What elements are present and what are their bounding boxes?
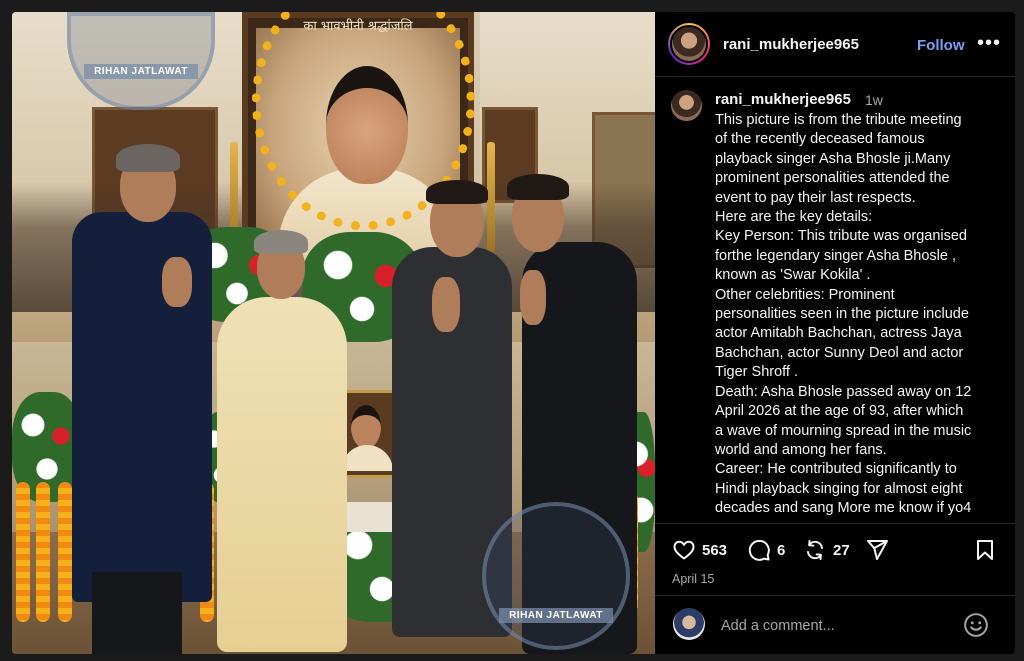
comment-count[interactable]: 6	[777, 542, 785, 559]
bookmark-icon[interactable]	[973, 538, 997, 562]
person-legs	[92, 572, 182, 654]
caption-line: Here are the key details:	[715, 209, 873, 226]
caption-line: world and among her fans.	[715, 441, 887, 458]
caption-line: Other celebrities: Prominent	[715, 286, 895, 303]
caption-line: Tiger Shroff .	[715, 364, 799, 381]
folded-hands	[162, 257, 192, 307]
marigold-string	[58, 482, 72, 622]
post-header: rani_mukherjee965 Follow •••	[655, 12, 1015, 77]
watermark-text: RIHAN JATLAWAT	[499, 608, 613, 623]
post-actions: 563 6 27 April 15	[655, 523, 1015, 596]
caption-line: Key Person: This tribute was organised	[715, 228, 968, 245]
caption-line: of the recently deceased famous	[715, 131, 925, 148]
caption-line: Death: Asha Bhosle passed away on 12	[715, 383, 972, 400]
avatar[interactable]	[670, 25, 708, 63]
repost-button[interactable]: 27	[803, 538, 850, 562]
caption-line: known as 'Swar Kokila' .	[715, 267, 871, 284]
save-button[interactable]	[973, 538, 997, 562]
watermark-logo: RIHAN JATLAWAT	[482, 502, 630, 650]
person-hair	[507, 174, 569, 200]
caption-section: rani_mukherjee965 1w This picture is fro…	[655, 77, 1015, 523]
person-hair	[116, 144, 180, 172]
altar-photo-saree	[341, 445, 393, 471]
repost-icon[interactable]	[803, 538, 827, 562]
caption-line: forthe legendary singer Asha Bhosle ,	[715, 247, 957, 264]
caption-line: personalities seen in the picture includ…	[715, 306, 969, 323]
avatar-story-ring[interactable]	[668, 23, 710, 65]
caption-avatar[interactable]	[671, 90, 702, 121]
comment-button[interactable]: 6	[747, 538, 785, 562]
post-caption: This picture is from the tribute meeting…	[715, 111, 1007, 519]
caption-line: Bachchan, actor Sunny Deol and actor	[715, 344, 964, 361]
more-options-icon[interactable]: •••	[977, 32, 1001, 55]
caption-line: prominent personalities attended the	[715, 170, 950, 187]
heart-icon[interactable]	[672, 538, 696, 562]
post-date[interactable]: April 15	[672, 572, 714, 586]
caption-line: playback singer Asha Bhosle ji.Many	[715, 150, 951, 167]
caption-line: Career: He contributed significantly to	[715, 461, 957, 478]
folded-hands	[432, 277, 460, 332]
brass-lamp	[487, 142, 495, 252]
like-count[interactable]: 563	[702, 542, 727, 559]
viewer-avatar[interactable]	[673, 608, 705, 640]
caption-line: a wave of mourning spread in the music	[715, 422, 972, 439]
comment-bar	[655, 595, 1015, 654]
caption-line: decades and sang More me know if yo4	[715, 500, 972, 517]
caption-line: event to pay their last respects.	[715, 189, 916, 206]
post-time-ago[interactable]: 1w	[865, 92, 883, 108]
post-modal: का भावभीनी श्रद्धांजलि RIHAN JATLAWAT RI…	[12, 12, 1015, 654]
person-hair	[426, 180, 488, 204]
caption-username[interactable]: rani_mukherjee965	[715, 91, 851, 108]
post-photo: का भावभीनी श्रद्धांजलि RIHAN JATLAWAT RI…	[12, 12, 655, 654]
altar-photo-face	[351, 405, 381, 449]
like-button[interactable]: 563	[672, 538, 727, 562]
caption-line: April 2026 at the age of 93, after which	[715, 403, 964, 420]
emoji-icon[interactable]	[963, 612, 989, 638]
send-icon[interactable]	[865, 538, 889, 562]
repost-count[interactable]: 27	[833, 542, 850, 559]
marigold-string	[36, 482, 50, 622]
caption-line: actor Amitabh Bachchan, actress Jaya	[715, 325, 962, 342]
caption-line: This picture is from the tribute meeting	[715, 112, 962, 128]
send-button[interactable]	[865, 538, 889, 562]
caption-line: Hindi playback singing for almost eight	[715, 480, 963, 497]
header-username[interactable]: rani_mukherjee965	[723, 36, 859, 53]
watermark-text: RIHAN JATLAWAT	[84, 64, 198, 79]
post-sidebar: rani_mukherjee965 Follow ••• rani_mukher…	[655, 12, 1015, 654]
person-hair	[254, 230, 308, 254]
comment-icon[interactable]	[747, 538, 771, 562]
follow-button[interactable]: Follow	[917, 37, 965, 54]
person-jaya-bachchan	[217, 297, 347, 652]
comment-input[interactable]	[719, 614, 953, 638]
folded-hands	[520, 270, 546, 325]
marigold-string	[16, 482, 30, 622]
